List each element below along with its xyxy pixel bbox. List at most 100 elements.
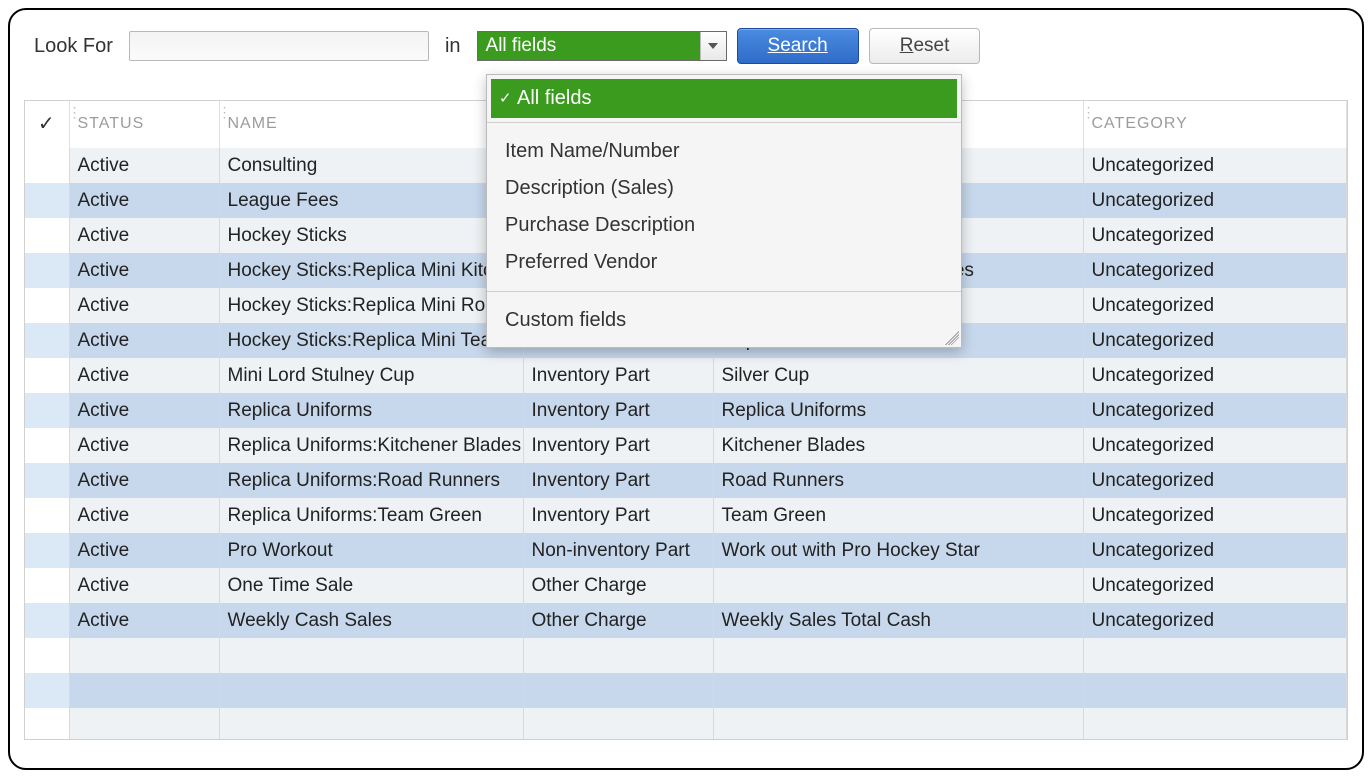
- table-row[interactable]: ActiveOne Time SaleOther ChargeUncategor…: [25, 568, 1347, 603]
- chevron-down-icon[interactable]: [700, 32, 726, 60]
- cell-category: Uncategorized: [1083, 428, 1347, 463]
- search-input[interactable]: [129, 31, 429, 61]
- look-for-label: Look For: [34, 35, 119, 58]
- row-check-cell[interactable]: [25, 288, 69, 323]
- table-row[interactable]: ActiveMini Lord Stulney CupInventory Par…: [25, 358, 1347, 393]
- field-select[interactable]: All fields: [477, 31, 727, 61]
- col-status[interactable]: ⋮STATUS: [69, 101, 219, 148]
- cell-name: [219, 638, 523, 673]
- table-row[interactable]: ActiveReplica UniformsInventory PartRepl…: [25, 393, 1347, 428]
- cell-category: Uncategorized: [1083, 358, 1347, 393]
- cell-category: [1083, 673, 1347, 708]
- cell-name: Replica Uniforms:Road Runners: [219, 463, 523, 498]
- row-check-cell[interactable]: [25, 603, 69, 638]
- cell-description: [713, 568, 1083, 603]
- cell-type: Other Charge: [523, 603, 713, 638]
- reset-button[interactable]: Reset: [869, 28, 981, 64]
- col-category[interactable]: ⋮CATEGORY: [1083, 101, 1347, 148]
- cell-description: [713, 708, 1083, 740]
- cell-type: Inventory Part: [523, 463, 713, 498]
- row-check-cell[interactable]: [25, 428, 69, 463]
- cell-name: Replica Uniforms: [219, 393, 523, 428]
- cell-status: [69, 708, 219, 740]
- cell-name: League Fees: [219, 183, 523, 218]
- cell-status: Active: [69, 463, 219, 498]
- row-check-cell[interactable]: [25, 358, 69, 393]
- dropdown-item[interactable]: Preferred Vendor: [487, 244, 961, 281]
- cell-type: Other Charge: [523, 568, 713, 603]
- cell-status: Active: [69, 568, 219, 603]
- cell-status: Active: [69, 428, 219, 463]
- cell-category: Uncategorized: [1083, 498, 1347, 533]
- cell-name: [219, 673, 523, 708]
- dropdown-selected-label: All fields: [517, 87, 591, 109]
- table-row[interactable]: [25, 708, 1347, 740]
- cell-category: Uncategorized: [1083, 183, 1347, 218]
- cell-name: Hockey Sticks:Replica Mini Road Runners: [219, 288, 523, 323]
- cell-name: Hockey Sticks:Replica Mini Team Green: [219, 323, 523, 358]
- row-check-cell[interactable]: [25, 673, 69, 708]
- cell-description: Weekly Sales Total Cash: [713, 603, 1083, 638]
- row-check-cell[interactable]: [25, 323, 69, 358]
- cell-category: Uncategorized: [1083, 533, 1347, 568]
- row-check-cell[interactable]: [25, 498, 69, 533]
- dropdown-item[interactable]: Item Name/Number: [487, 133, 961, 170]
- cell-type: Inventory Part: [523, 358, 713, 393]
- dropdown-item[interactable]: Description (Sales): [487, 170, 961, 207]
- cell-category: Uncategorized: [1083, 603, 1347, 638]
- cell-category: Uncategorized: [1083, 463, 1347, 498]
- col-name[interactable]: ⋮NAME: [219, 101, 523, 148]
- cell-status: Active: [69, 288, 219, 323]
- row-check-cell[interactable]: [25, 533, 69, 568]
- cell-status: [69, 638, 219, 673]
- in-label: in: [439, 35, 467, 58]
- cell-type: [523, 708, 713, 740]
- row-check-cell[interactable]: [25, 708, 69, 740]
- cell-name: Hockey Sticks:Replica Mini Kitchener Bla…: [219, 253, 523, 288]
- table-row[interactable]: ActiveReplica Uniforms:Team GreenInvento…: [25, 498, 1347, 533]
- row-check-cell[interactable]: [25, 568, 69, 603]
- cell-category: Uncategorized: [1083, 568, 1347, 603]
- table-row[interactable]: ActiveWeekly Cash SalesOther ChargeWeekl…: [25, 603, 1347, 638]
- cell-status: Active: [69, 218, 219, 253]
- cell-type: [523, 673, 713, 708]
- field-dropdown[interactable]: ✓ All fields Item Name/NumberDescription…: [486, 74, 962, 348]
- cell-name: Hockey Sticks: [219, 218, 523, 253]
- cell-name: Replica Uniforms:Kitchener Blades: [219, 428, 523, 463]
- dropdown-item[interactable]: Purchase Description: [487, 207, 961, 244]
- search-button[interactable]: Search: [737, 28, 859, 64]
- cell-description: Kitchener Blades: [713, 428, 1083, 463]
- cell-description: Work out with Pro Hockey Star: [713, 533, 1083, 568]
- cell-category: Uncategorized: [1083, 323, 1347, 358]
- row-check-cell[interactable]: [25, 463, 69, 498]
- table-row[interactable]: ActivePro WorkoutNon-inventory PartWork …: [25, 533, 1347, 568]
- dropdown-item[interactable]: Custom fields: [487, 302, 961, 339]
- table-row[interactable]: ActiveReplica Uniforms:Road RunnersInven…: [25, 463, 1347, 498]
- dropdown-selected-item[interactable]: ✓ All fields: [491, 79, 957, 118]
- cell-description: [713, 638, 1083, 673]
- row-check-cell[interactable]: [25, 218, 69, 253]
- cell-name: Replica Uniforms:Team Green: [219, 498, 523, 533]
- app-window: Look For in All fields Search Reset ✓ Al…: [8, 8, 1364, 770]
- table-row[interactable]: ActiveReplica Uniforms:Kitchener BladesI…: [25, 428, 1347, 463]
- col-check[interactable]: ✓: [25, 101, 69, 148]
- cell-status: Active: [69, 323, 219, 358]
- cell-status: Active: [69, 148, 219, 183]
- row-check-cell[interactable]: [25, 183, 69, 218]
- cell-type: [523, 638, 713, 673]
- table-row[interactable]: [25, 638, 1347, 673]
- cell-status: Active: [69, 253, 219, 288]
- resize-grip-icon[interactable]: [945, 331, 959, 345]
- row-check-cell[interactable]: [25, 253, 69, 288]
- cell-status: Active: [69, 603, 219, 638]
- row-check-cell[interactable]: [25, 393, 69, 428]
- table-row[interactable]: [25, 673, 1347, 708]
- cell-type: Inventory Part: [523, 498, 713, 533]
- dropdown-group: Custom fields: [487, 294, 961, 347]
- row-check-cell[interactable]: [25, 148, 69, 183]
- cell-name: [219, 708, 523, 740]
- search-button-label: Search: [768, 35, 828, 57]
- field-select-value: All fields: [486, 35, 557, 57]
- row-check-cell[interactable]: [25, 638, 69, 673]
- dropdown-divider: [487, 122, 961, 123]
